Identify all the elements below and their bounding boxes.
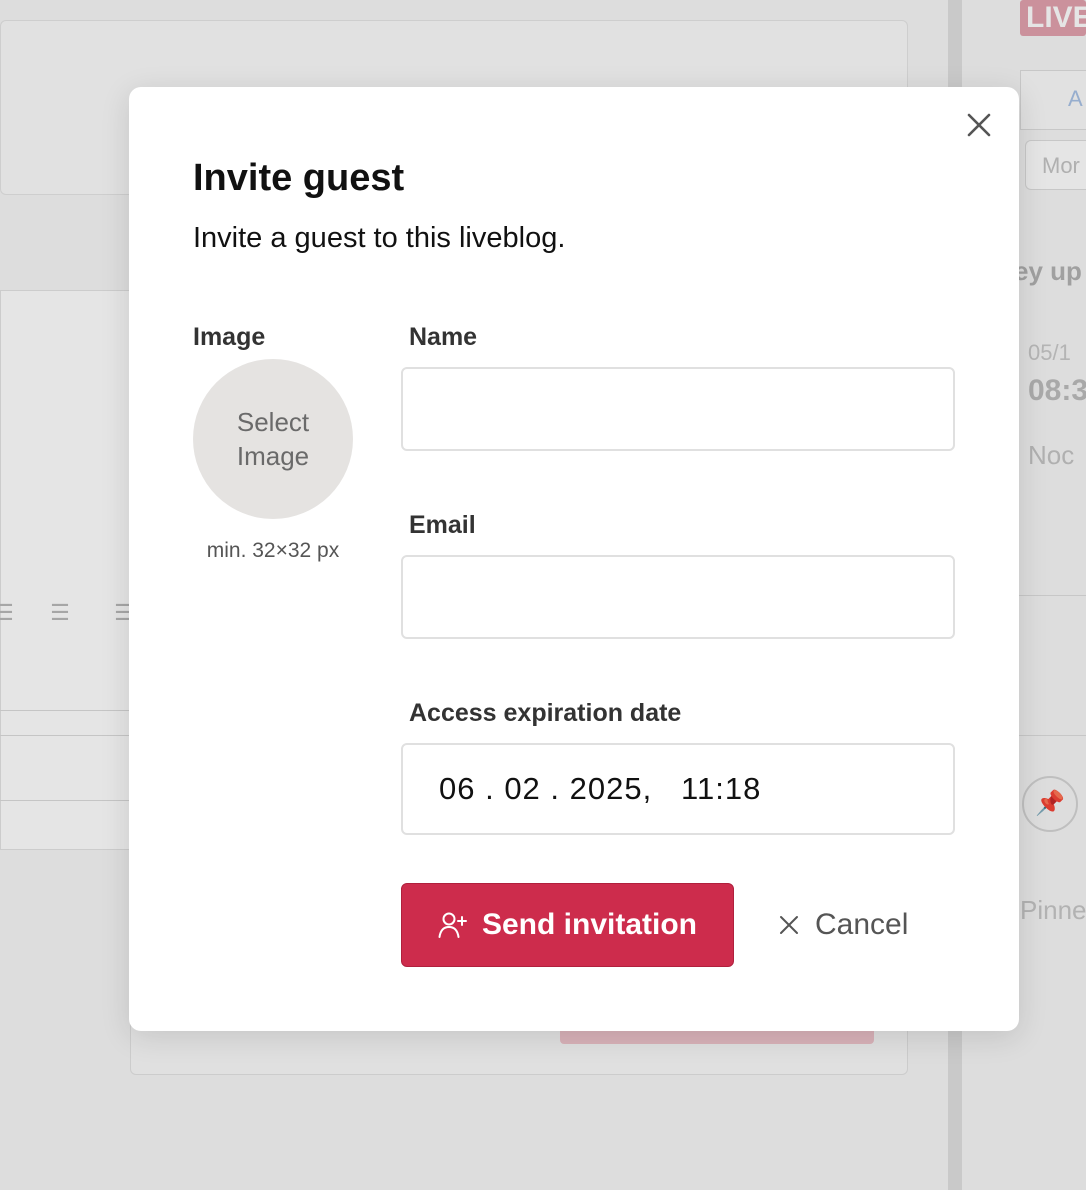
cancel-label: Cancel: [815, 908, 909, 941]
select-image-label: Select Image: [236, 407, 310, 471]
expiration-date-label: Access expiration date: [409, 699, 682, 727]
send-invitation-label: Send invitation: [481, 908, 697, 941]
expiration-date-input[interactable]: 06 . 02 . 2025, 11:18: [401, 743, 955, 835]
close-icon: [967, 113, 991, 137]
select-image-button[interactable]: Select Image: [193, 359, 353, 519]
email-input[interactable]: [401, 555, 955, 639]
name-label: Name: [409, 323, 478, 351]
expiration-date-value: 06 . 02 . 2025, 11:18: [439, 771, 762, 806]
close-icon: [780, 916, 798, 934]
add-user-icon: [438, 912, 467, 938]
email-label: Email: [409, 511, 476, 539]
send-invitation-button[interactable]: Send invitation: [401, 883, 734, 967]
cancel-button[interactable]: Cancel: [779, 883, 929, 967]
dialog-title: Invite guest: [193, 157, 405, 199]
image-size-hint: min. 32×32 px: [206, 539, 340, 562]
name-input[interactable]: [401, 367, 955, 451]
invite-guest-dialog: Invite guest Invite a guest to this live…: [129, 87, 1019, 1031]
dialog-subtitle: Invite a guest to this liveblog.: [193, 222, 566, 254]
image-label: Image: [193, 323, 266, 351]
close-button[interactable]: [964, 110, 994, 140]
